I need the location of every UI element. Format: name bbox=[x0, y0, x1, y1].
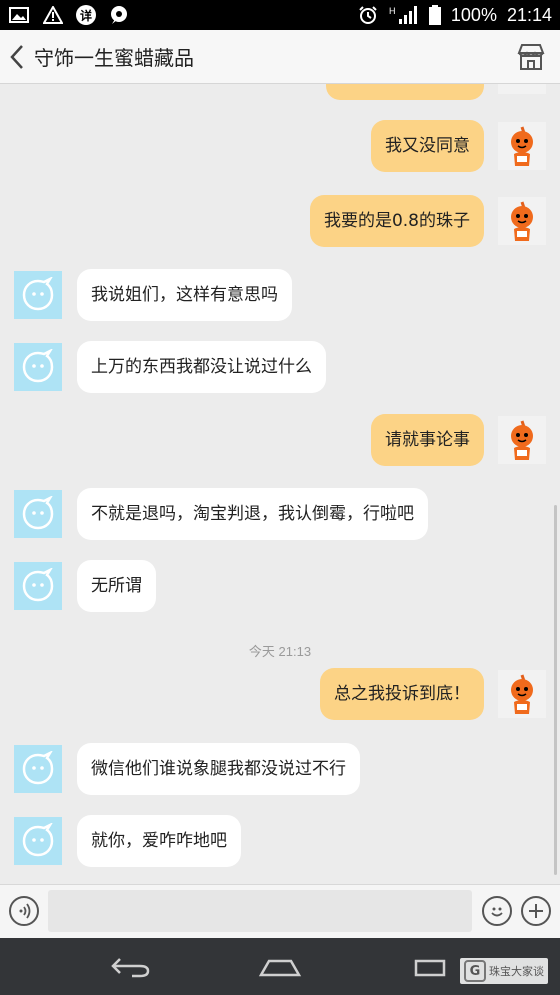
message-bubble[interactable]: 请就事论事 bbox=[371, 414, 484, 466]
avatar[interactable] bbox=[14, 343, 62, 391]
nav-back-button[interactable] bbox=[106, 952, 156, 982]
signal-icon: H bbox=[389, 6, 419, 24]
previous-message-partial bbox=[0, 84, 560, 100]
watermark-text: 珠宝大家谈 bbox=[489, 964, 544, 978]
avatar[interactable] bbox=[498, 122, 546, 170]
message-row-incoming: 上万的东西我都没让说过什么 bbox=[0, 341, 560, 397]
message-timestamp: 今天 21:13 bbox=[248, 644, 312, 659]
message-row-outgoing: 我要的是0.8的珠子 bbox=[0, 195, 560, 251]
orange-mascot-avatar-icon bbox=[511, 420, 533, 460]
shop-icon bbox=[517, 44, 545, 70]
avatar[interactable] bbox=[14, 490, 62, 538]
more-button[interactable] bbox=[521, 896, 551, 926]
message-bubble[interactable]: 我要的是0.8的珠子 bbox=[309, 195, 484, 247]
avatar-partial bbox=[498, 84, 546, 94]
message-bubble[interactable]: 无所谓 bbox=[77, 560, 156, 612]
message-row-outgoing: 总之我投诉到底！ bbox=[0, 668, 560, 724]
battery-icon bbox=[428, 5, 441, 25]
chevron-left-icon bbox=[10, 44, 23, 69]
message-row-incoming: 微信他们谁说象腿我都没说过不行 bbox=[0, 743, 560, 799]
alarm-icon bbox=[357, 6, 379, 24]
avatar[interactable] bbox=[498, 416, 546, 464]
voice-button[interactable] bbox=[9, 896, 39, 926]
avatar[interactable] bbox=[498, 197, 546, 245]
svg-text:H: H bbox=[389, 6, 396, 16]
message-bubble[interactable]: 上万的东西我都没让说过什么 bbox=[77, 341, 326, 393]
speech-face-avatar-icon bbox=[22, 349, 54, 383]
message-bubble[interactable]: 我又没同意 bbox=[371, 120, 484, 172]
chat-area[interactable]: 我又没同意 我要的是0.8的珠子 我说姐们，这样有意思吗 上万的东西我都没让说过… bbox=[0, 84, 560, 884]
message-bubble-partial bbox=[326, 84, 484, 100]
message-row-outgoing: 我又没同意 bbox=[0, 120, 560, 176]
status-time: 21:14 bbox=[506, 4, 552, 25]
orange-mascot-avatar-icon bbox=[511, 674, 533, 714]
status-notifications: 详 bbox=[8, 5, 130, 25]
battery-percent: 100% bbox=[450, 4, 497, 25]
watermark-logo-icon: G bbox=[464, 960, 486, 982]
avatar[interactable] bbox=[14, 562, 62, 610]
avatar[interactable] bbox=[14, 745, 62, 793]
nav-recents-button[interactable] bbox=[405, 952, 455, 982]
voice-icon bbox=[19, 903, 31, 919]
emoji-button[interactable] bbox=[482, 896, 512, 926]
chat-scrollbar[interactable] bbox=[554, 505, 557, 875]
orange-mascot-avatar-icon bbox=[511, 201, 533, 241]
message-bubble[interactable]: 我说姐们，这样有意思吗 bbox=[77, 269, 292, 321]
speech-face-avatar-icon bbox=[22, 751, 54, 785]
avatar[interactable] bbox=[14, 271, 62, 319]
nav-back-icon bbox=[111, 958, 150, 978]
status-system: H 100% 21:14 bbox=[357, 5, 552, 26]
speech-face-avatar-icon bbox=[22, 823, 54, 857]
chat-notification-icon bbox=[108, 6, 130, 24]
speech-face-avatar-icon bbox=[22, 496, 54, 530]
avatar[interactable] bbox=[14, 817, 62, 865]
page-title: 守饰一生蜜蜡藏品 bbox=[34, 46, 194, 70]
message-input[interactable] bbox=[48, 890, 472, 932]
message-bubble[interactable]: 不就是退吗，淘宝判退，我认倒霉，行啦吧 bbox=[77, 488, 428, 540]
message-row-incoming: 就你，爱咋咋地吧 bbox=[0, 815, 560, 871]
back-button[interactable] bbox=[0, 30, 34, 84]
message-row-incoming: 不就是退吗，淘宝判退，我认倒霉，行啦吧 bbox=[0, 488, 560, 544]
system-nav-bar: G 珠宝大家谈 bbox=[0, 938, 560, 995]
plus-icon bbox=[529, 904, 543, 918]
app-badge-icon: 详 bbox=[76, 5, 96, 25]
orange-mascot-avatar-icon bbox=[511, 126, 533, 166]
message-bubble[interactable]: 总之我投诉到底！ bbox=[320, 668, 484, 720]
nav-home-button[interactable] bbox=[255, 952, 305, 982]
message-row-incoming: 无所谓 bbox=[0, 560, 560, 616]
status-bar: 详 H 100% 21:14 bbox=[0, 0, 560, 30]
message-input-bar bbox=[0, 884, 560, 938]
emoji-icon bbox=[491, 907, 503, 917]
message-bubble[interactable]: 微信他们谁说象腿我都没说过不行 bbox=[77, 743, 360, 795]
speech-face-avatar-icon bbox=[22, 277, 54, 311]
message-row-incoming: 我说姐们，这样有意思吗 bbox=[0, 269, 560, 325]
chat-header: 守饰一生蜜蜡藏品 bbox=[0, 30, 560, 84]
avatar[interactable] bbox=[498, 670, 546, 718]
shop-button[interactable] bbox=[514, 40, 548, 74]
watermark: G 珠宝大家谈 bbox=[460, 958, 548, 984]
warning-icon bbox=[42, 6, 64, 24]
message-bubble[interactable]: 就你，爱咋咋地吧 bbox=[77, 815, 241, 867]
nav-home-icon bbox=[258, 959, 302, 977]
image-icon bbox=[8, 6, 30, 24]
message-row-outgoing: 请就事论事 bbox=[0, 414, 560, 470]
nav-recents-icon bbox=[414, 959, 446, 977]
speech-face-avatar-icon bbox=[22, 568, 54, 602]
